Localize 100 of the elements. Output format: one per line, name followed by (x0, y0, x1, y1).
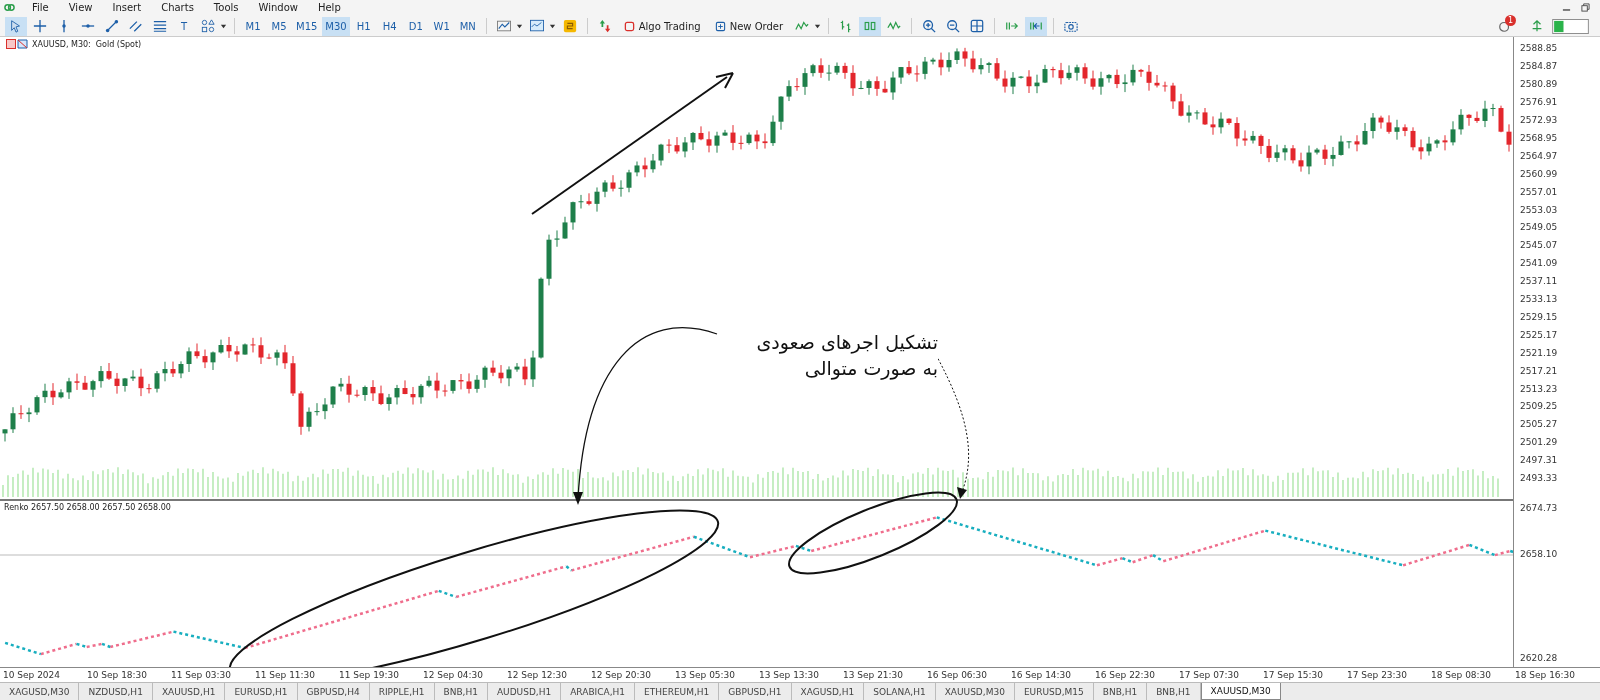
chart-tab[interactable]: EURUSD,H1 (225, 683, 298, 700)
restore-icon[interactable] (1581, 3, 1590, 13)
price-label: 2525.17 (1519, 329, 1558, 340)
price-label: 2549.05 (1519, 222, 1558, 233)
time-label: 10 Sep 2024 (3, 670, 62, 681)
crosshair-icon (33, 19, 47, 34)
price-label: 2564.97 (1519, 150, 1558, 161)
chart-tab[interactable]: EURUSD,M15 (1014, 683, 1094, 700)
chart-tab[interactable]: GBPUSD,H4 (297, 683, 370, 700)
time-label: 11 Sep 19:30 (339, 670, 401, 681)
cursor-icon (9, 19, 23, 34)
price-label: 2576.91 (1519, 97, 1558, 108)
price-label: 2517.21 (1519, 365, 1558, 376)
price-label: 2533.13 (1519, 294, 1558, 305)
price-label: 2529.15 (1519, 311, 1558, 322)
chart-tab[interactable]: ARABICA,H1 (561, 683, 636, 700)
grid-icon (970, 19, 985, 34)
price-label: 2541.09 (1519, 258, 1558, 269)
price-label: 2513.23 (1519, 383, 1558, 394)
chart-window-icon (529, 19, 544, 34)
caret-icon[interactable] (220, 22, 227, 30)
chart-tab[interactable]: XAUUSD,M30 (935, 683, 1015, 700)
cursor-tool-button[interactable] (5, 16, 27, 36)
timeframe-button[interactable]: D1 (403, 16, 428, 36)
chart-tab[interactable]: RIPPLE,H1 (369, 683, 435, 700)
chart-tab[interactable]: BNB,H1 (1093, 683, 1148, 700)
menu-item[interactable]: Window (249, 2, 309, 14)
connection-strength-icon (1552, 18, 1590, 34)
chart-tab[interactable]: SOLANA,H1 (864, 683, 936, 700)
time-label: 12 Sep 12:30 (507, 670, 569, 681)
price-label: 2674.73 (1519, 503, 1558, 514)
price-label: 2560.99 (1519, 168, 1558, 179)
plus-icon (714, 20, 726, 32)
price-label: 2580.89 (1519, 79, 1558, 90)
time-label: 13 Sep 13:30 (759, 670, 821, 681)
line-chart-icon (496, 19, 511, 34)
candles-button[interactable] (859, 16, 882, 36)
shapes-icon (201, 19, 215, 34)
price-label: 2545.07 (1519, 240, 1558, 251)
chart-tab[interactable]: BNB,H1 (1147, 683, 1201, 700)
price-label: 2537.11 (1519, 276, 1558, 287)
timeframe-button[interactable]: H4 (377, 16, 402, 36)
time-label: 12 Sep 20:30 (591, 670, 653, 681)
time-label: 17 Sep 07:30 (1179, 670, 1241, 681)
menu-item[interactable]: Insert (103, 2, 153, 14)
chart-tab[interactable]: XAGUSD,H1 (791, 683, 865, 700)
chart-tab[interactable]: XAUUSD,H1 (152, 683, 226, 700)
price-label: 2584.87 (1519, 61, 1558, 72)
timeframe-button[interactable]: M1 (241, 16, 265, 36)
menu-item[interactable]: Tools (204, 2, 250, 14)
fibo-icon (153, 19, 167, 34)
time-label: 11 Sep 03:30 (171, 670, 233, 681)
caret-icon[interactable] (814, 22, 822, 30)
timeframe-button[interactable]: H1 (351, 16, 376, 36)
chart-tab[interactable]: BNB,H1 (434, 683, 488, 700)
time-label: 11 Sep 11:30 (255, 670, 317, 681)
chart-tab[interactable]: GBPUSD,H1 (719, 683, 792, 700)
time-label: 18 Sep 16:30 (1515, 670, 1577, 681)
time-label: 13 Sep 21:30 (843, 670, 905, 681)
menu-item[interactable]: Help (308, 2, 352, 14)
connection-icon (1530, 19, 1544, 34)
price-label: 2572.93 (1519, 115, 1558, 126)
new-order-button[interactable]: New Order (708, 16, 790, 36)
timeframe-button[interactable]: MN (455, 16, 480, 36)
price-label: 2568.95 (1519, 132, 1558, 143)
chart-tab[interactable]: XAGUSD,M30 (0, 683, 80, 700)
price-label: 2658.10 (1519, 549, 1558, 560)
timeframe-button[interactable]: M30 (322, 16, 350, 36)
menu-item[interactable]: Charts (152, 2, 205, 14)
time-label: 12 Sep 04:30 (423, 670, 485, 681)
chart-tab[interactable]: XAUUSD,M30 (1200, 683, 1281, 700)
menu-item[interactable]: File (23, 2, 60, 14)
chart-tab[interactable]: AUDUSD,H1 (487, 683, 562, 700)
app-logo-icon (4, 2, 15, 14)
caret-icon[interactable] (515, 22, 523, 30)
time-label: 18 Sep 08:30 (1431, 670, 1493, 681)
algo-trading-button[interactable]: Algo Trading (617, 16, 707, 36)
timeframe-button[interactable]: W1 (429, 16, 454, 36)
price-label: 2620.28 (1519, 653, 1558, 664)
timeframe-button[interactable]: M5 (267, 16, 291, 36)
time-label: 10 Sep 18:30 (87, 670, 149, 681)
chart-tab[interactable]: ETHEREUM,H1 (635, 683, 720, 700)
price-label: 2505.27 (1519, 419, 1558, 430)
trendline-icon (105, 19, 119, 34)
price-label: 2521.19 (1519, 347, 1558, 358)
square-icon (623, 20, 635, 32)
price-label: 2501.29 (1519, 437, 1558, 448)
price-label: 2493.33 (1519, 473, 1558, 484)
time-label: 17 Sep 15:30 (1263, 670, 1325, 681)
dollar-icon (562, 19, 577, 34)
text-tool-button[interactable]: T (173, 16, 195, 36)
screenshot-icon (1064, 19, 1079, 34)
time-label: 16 Sep 22:30 (1095, 670, 1157, 681)
timeframe-button[interactable]: M15 (293, 16, 321, 36)
caret-icon[interactable] (548, 22, 556, 30)
symbol-title: XAUUSD, M30: Gold (Spot) (32, 39, 142, 49)
menu-item[interactable]: View (59, 2, 104, 14)
price-label: 2497.31 (1519, 455, 1558, 466)
shift-button[interactable] (1025, 16, 1048, 36)
chart-tab[interactable]: NZDUSD,H1 (79, 683, 153, 700)
